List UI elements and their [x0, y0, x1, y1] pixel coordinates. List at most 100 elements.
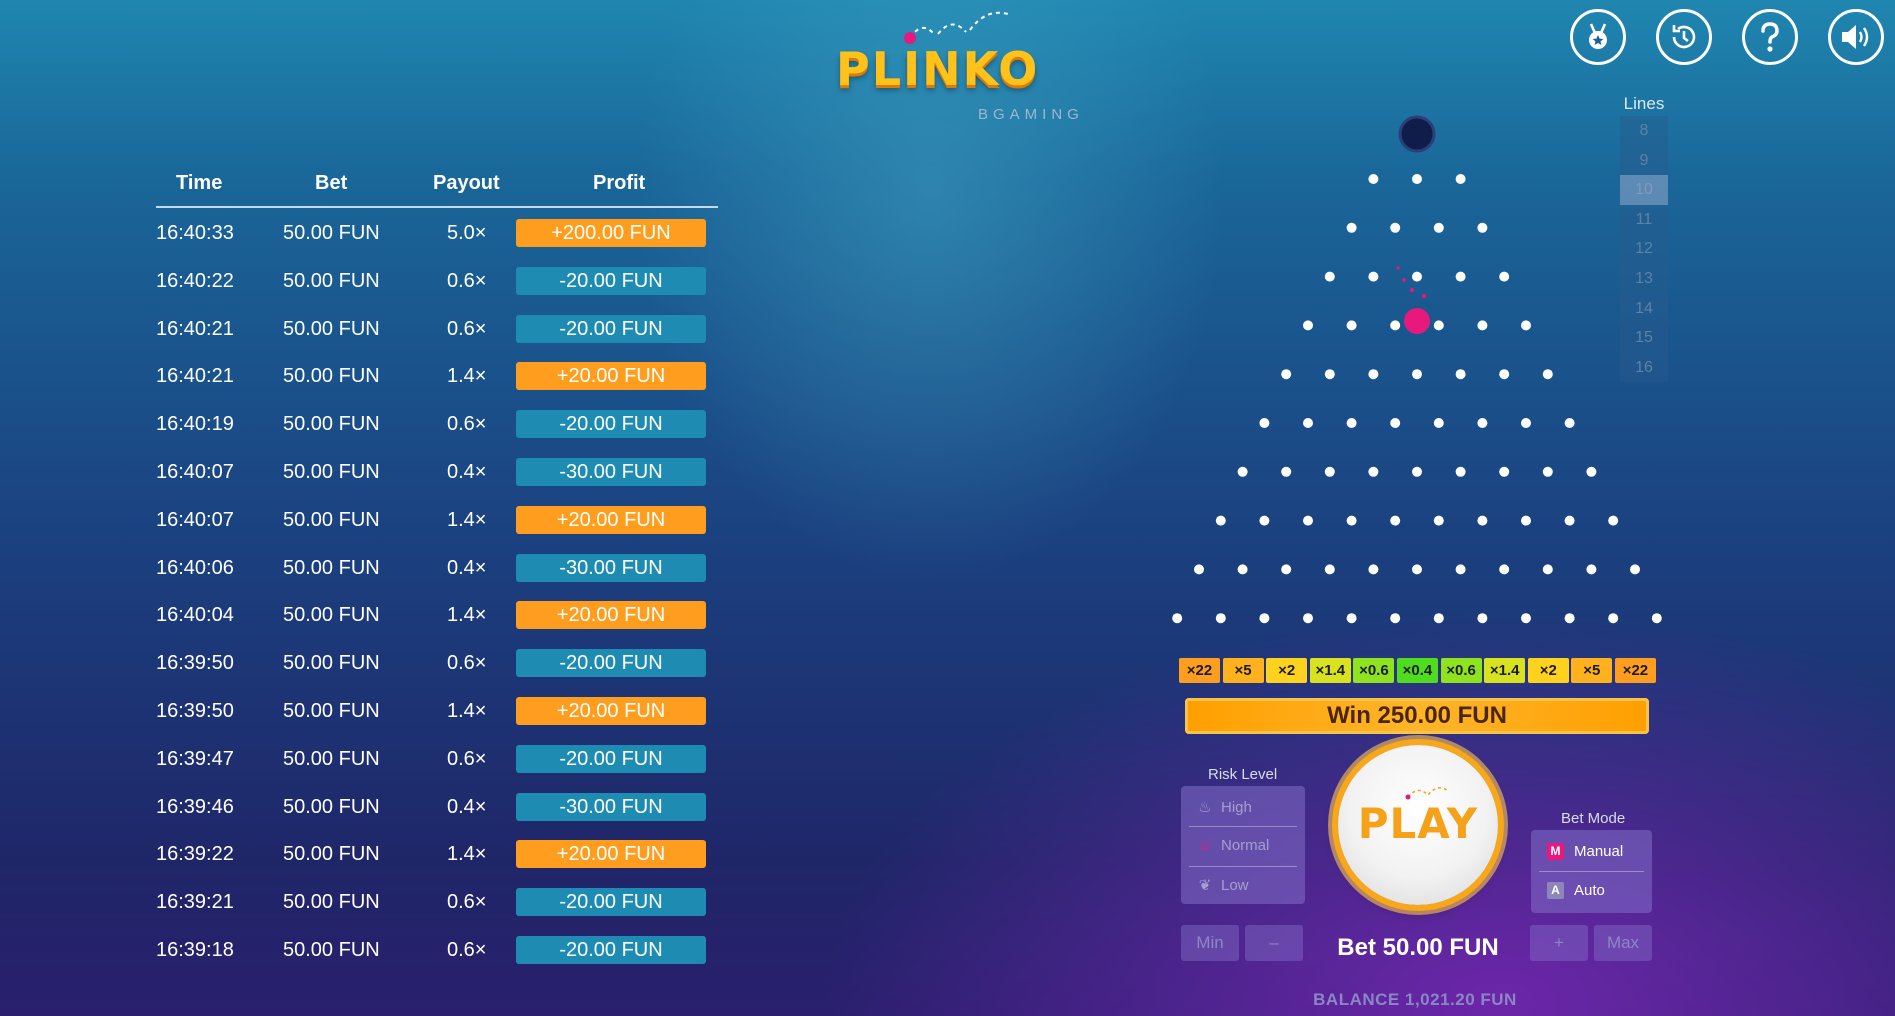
- row-time: 16:40:19: [156, 413, 234, 436]
- ball-trail: [1421, 293, 1427, 299]
- row-time: 16:40:21: [156, 365, 234, 388]
- peg: [1303, 320, 1313, 331]
- flame-icon: ♨: [1198, 799, 1212, 816]
- row-time: 16:39:46: [156, 795, 234, 818]
- row-profit-badge: +20.00 FUN: [516, 840, 706, 869]
- bet-decrease-button[interactable]: –: [1245, 925, 1303, 961]
- risk-option-high[interactable]: ♨ High: [1197, 788, 1293, 826]
- lines-option-14[interactable]: 14: [1620, 293, 1668, 324]
- win-banner: Win 250.00 FUN: [1185, 698, 1649, 734]
- row-profit-badge: -20.00 FUN: [516, 410, 706, 439]
- lines-selector: Lines 8 9 10 11 12 13 14 15 16: [1620, 94, 1668, 383]
- row-bet: 50.00 FUN: [283, 938, 380, 961]
- peg: [1390, 515, 1401, 526]
- peg: [1368, 174, 1379, 184]
- balance-display: BALANCE 1,021.20 FUN: [1313, 990, 1517, 1009]
- peg: [1172, 613, 1183, 624]
- lines-option-16[interactable]: 16: [1620, 352, 1668, 383]
- row-bet: 50.00 FUN: [283, 604, 380, 627]
- row-time: 16:40:07: [156, 460, 234, 483]
- lines-option-15[interactable]: 15: [1620, 323, 1668, 353]
- peg: [1412, 369, 1422, 380]
- lines-option-11[interactable]: 11: [1620, 204, 1668, 235]
- risk-option-normal[interactable]: ☺ Normal: [1197, 826, 1293, 864]
- peg: [1215, 515, 1226, 526]
- peg: [1477, 613, 1488, 624]
- lines-option-10[interactable]: 10: [1620, 175, 1668, 205]
- ball-trail: [1410, 288, 1414, 292]
- row-profit-badge: -20.00 FUN: [516, 649, 706, 678]
- table-row: 16:40:07 50.00 FUN 1.4× +20.00 FUN: [156, 495, 716, 543]
- bet-mode-label: Auto: [1574, 881, 1605, 899]
- peg: [1477, 418, 1488, 428]
- row-bet: 50.00 FUN: [283, 222, 380, 244]
- peg: [1346, 613, 1357, 624]
- bet-increase-button[interactable]: +: [1530, 925, 1588, 961]
- peg: [1564, 515, 1575, 526]
- play-button[interactable]: PLAY: [1338, 745, 1498, 905]
- divider: [1539, 871, 1644, 872]
- peg: [1324, 369, 1335, 380]
- row-payout: 0.6×: [447, 413, 487, 436]
- multiplier-slot: ×1.4: [1309, 658, 1351, 683]
- multiplier-slot: ×22: [1614, 658, 1656, 683]
- row-profit-badge: -30.00 FUN: [516, 792, 706, 821]
- lines-list: 8 9 10 11 12 13 14 15 16: [1620, 116, 1668, 383]
- header-bet: Bet: [315, 172, 348, 194]
- peg: [1390, 320, 1401, 331]
- peg: [1542, 564, 1553, 575]
- bet-max-button[interactable]: Max: [1594, 925, 1652, 961]
- row-payout: 1.4×: [447, 699, 487, 722]
- peg: [1630, 564, 1640, 575]
- risk-option-low[interactable]: ❦ Low: [1197, 866, 1293, 904]
- peg: [1237, 564, 1248, 575]
- sound-button[interactable]: [1828, 9, 1884, 65]
- peg: [1521, 418, 1531, 428]
- bet-min-button[interactable]: Min: [1181, 925, 1239, 961]
- multiplier-slot: ×0.4: [1396, 658, 1438, 683]
- bet-mode-panel: M Manual A Auto: [1531, 830, 1652, 913]
- plinko-logo: PLINKO BGAMING: [830, 8, 1090, 123]
- peg: [1368, 564, 1379, 575]
- lines-option-13[interactable]: 13: [1620, 263, 1668, 294]
- lines-option-9[interactable]: 9: [1620, 145, 1668, 176]
- bet-mode-manual[interactable]: M Manual: [1547, 836, 1623, 866]
- achievements-button[interactable]: [1570, 9, 1626, 65]
- multiplier-slot: ×22: [1179, 658, 1220, 683]
- logo-title: PLINKO: [836, 42, 1040, 96]
- bet-mode-auto[interactable]: A Auto: [1547, 875, 1605, 905]
- header-profit: Profit: [593, 172, 646, 194]
- ball-trail: [1396, 266, 1400, 270]
- risk-option-label: High: [1221, 798, 1252, 816]
- table-row: 16:39:50 50.00 FUN 1.4× +20.00 FUN: [156, 686, 716, 734]
- table-row: 16:40:06 50.00 FUN 0.4× -30.00 FUN: [156, 543, 716, 591]
- peg: [1346, 320, 1357, 331]
- peg: [1281, 564, 1292, 575]
- table-row: 16:39:50 50.00 FUN 0.6× -20.00 FUN: [156, 638, 716, 686]
- header-payout: Payout: [433, 172, 500, 194]
- manual-badge: M: [1547, 842, 1564, 860]
- lines-option-12[interactable]: 12: [1620, 234, 1668, 264]
- history-button[interactable]: [1656, 9, 1712, 65]
- peg: [1499, 369, 1510, 380]
- peg: [1433, 613, 1444, 624]
- peg: [1259, 515, 1270, 526]
- risk-level-panel: ♨ High ☺ Normal ❦ Low: [1181, 786, 1305, 904]
- header-time: Time: [176, 172, 223, 194]
- row-bet: 50.00 FUN: [283, 413, 380, 436]
- row-bet: 50.00 FUN: [283, 460, 380, 483]
- peg: [1368, 271, 1379, 282]
- peg: [1303, 515, 1313, 526]
- table-row: 16:39:21 50.00 FUN 0.6× -20.00 FUN: [156, 877, 716, 925]
- table-row: 16:39:18 50.00 FUN 0.6× -20.00 FUN: [156, 925, 716, 973]
- lines-option-8[interactable]: 8: [1620, 116, 1668, 146]
- help-button[interactable]: [1742, 9, 1798, 65]
- row-profit-badge: -20.00 FUN: [516, 314, 706, 343]
- row-bet: 50.00 FUN: [283, 508, 380, 531]
- row-payout: 0.6×: [447, 652, 487, 675]
- speaker-icon: [1842, 25, 1869, 49]
- peg: [1390, 613, 1401, 624]
- row-bet: 50.00 FUN: [283, 747, 380, 770]
- peg: [1455, 369, 1466, 380]
- peg: [1499, 271, 1510, 282]
